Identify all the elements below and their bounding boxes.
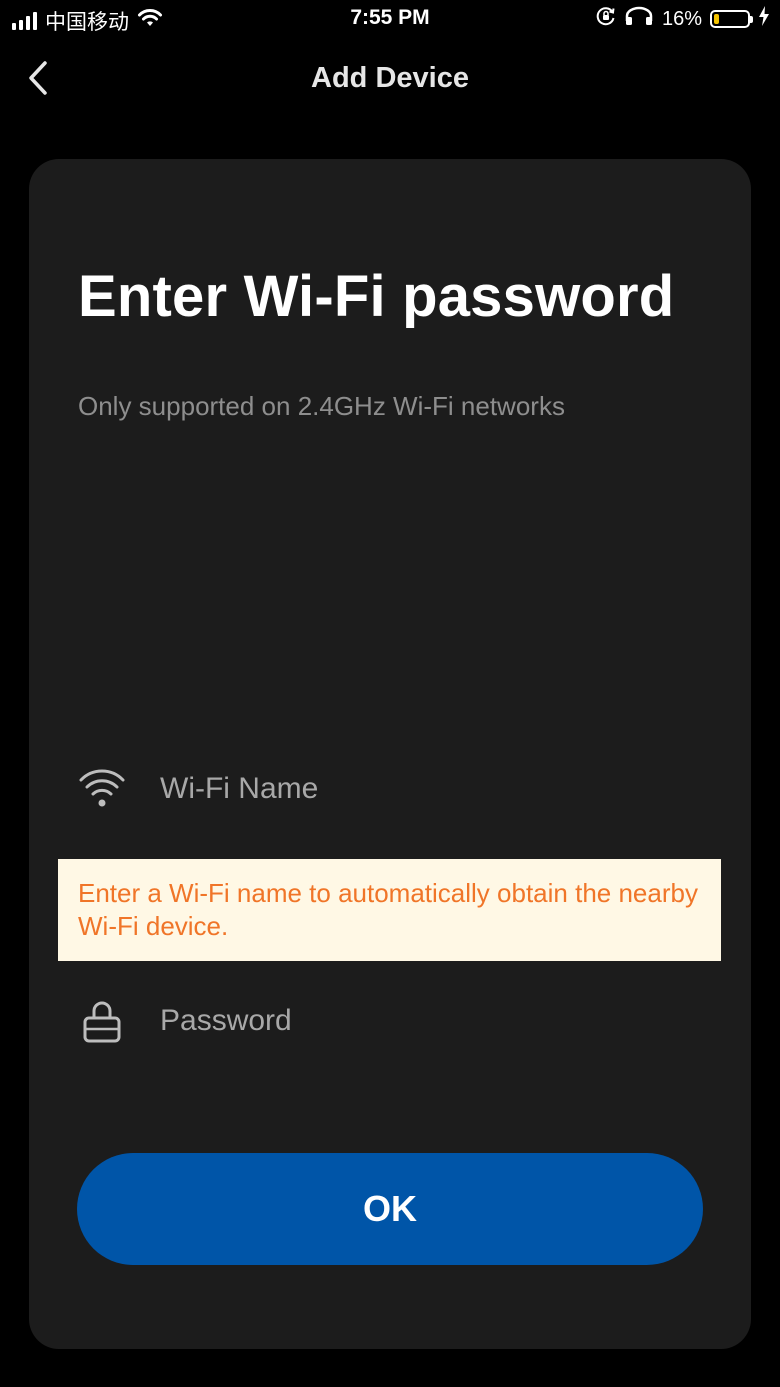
wifi-name-tooltip: Enter a Wi-Fi name to automatically obta…: [58, 859, 721, 961]
charging-icon: [758, 6, 770, 32]
page-title: Add Device: [311, 62, 469, 94]
battery-icon: [710, 10, 753, 28]
wifi-name-input[interactable]: [160, 772, 680, 806]
rotation-lock-icon: [596, 6, 616, 32]
ok-button[interactable]: OK: [77, 1153, 703, 1265]
form-subheading: Only supported on 2.4GHz Wi-Fi networks: [78, 391, 565, 421]
form-heading: Enter Wi-Fi password: [78, 264, 675, 329]
status-bar: 中国移动 7:55 PM 16%: [0, 0, 780, 40]
wifi-name-field[interactable]: [78, 759, 698, 819]
status-bar-right: 16%: [596, 6, 770, 32]
wifi-icon: [78, 764, 132, 814]
headphones-icon: [624, 6, 654, 32]
lock-icon: [78, 996, 132, 1046]
battery-percent: 16%: [661, 7, 702, 30]
nav-bar: Add Device: [0, 40, 780, 120]
password-field[interactable]: [78, 991, 698, 1051]
wifi-form-card: Enter Wi-Fi password Only supported on 2…: [29, 159, 751, 1349]
password-input[interactable]: [160, 1004, 680, 1038]
